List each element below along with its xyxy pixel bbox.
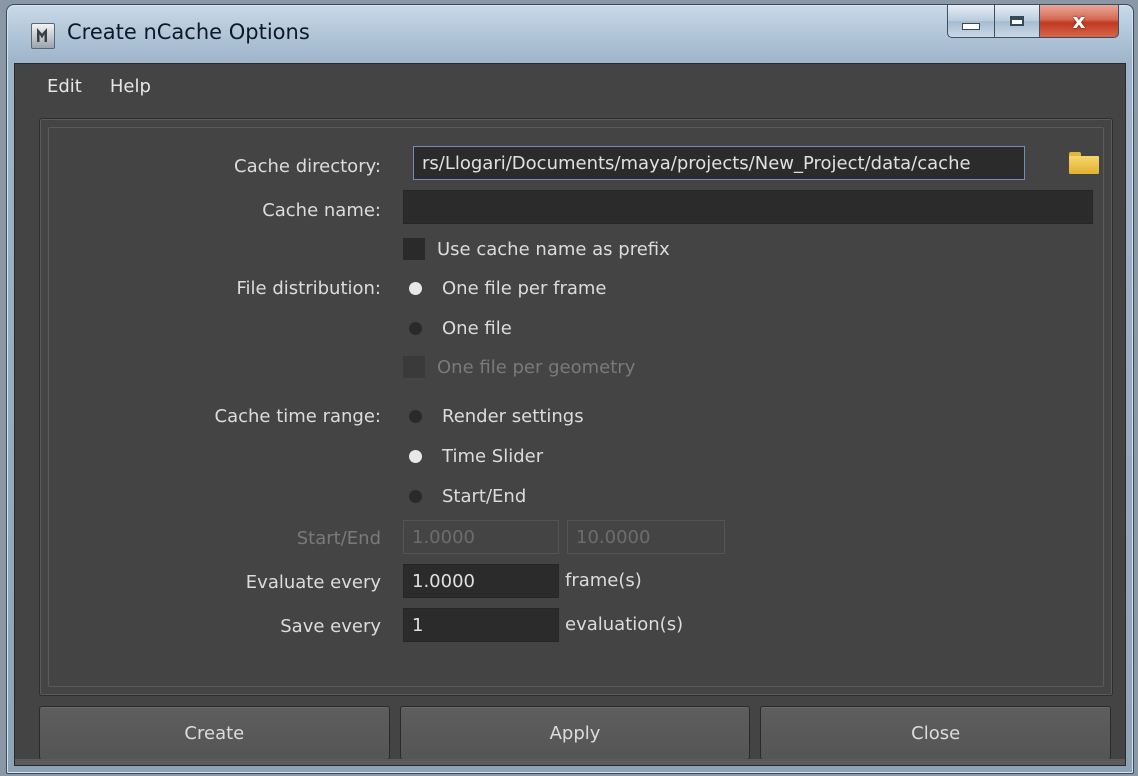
one-file-per-geometry-checkbox: One file per geometry: [403, 356, 635, 378]
close-button[interactable]: Close: [760, 706, 1112, 760]
use-prefix-label: Use cache name as prefix: [437, 238, 670, 260]
save-unit-label: evaluation(s): [565, 614, 684, 635]
bottom-edge: [15, 759, 1125, 765]
create-button[interactable]: Create: [39, 706, 390, 760]
time-slider-label: Time Slider: [442, 446, 544, 467]
cache-time-range-label: Cache time range:: [214, 406, 382, 427]
maximize-icon: [1010, 16, 1024, 26]
close-icon: x: [1072, 9, 1086, 33]
window-title: Create nCache Options: [67, 20, 310, 44]
menu-edit[interactable]: Edit: [15, 76, 82, 97]
file-distribution-label: File distribution:: [236, 278, 381, 299]
apply-button[interactable]: Apply: [399, 706, 751, 760]
evaluate-unit-label: frame(s): [565, 570, 642, 591]
save-every-label: Save every: [280, 616, 381, 637]
radio-start-end[interactable]: Start/End: [405, 486, 526, 507]
radio-one-file-per-frame[interactable]: One file per frame: [405, 278, 607, 299]
one-file-label: One file: [442, 318, 512, 339]
radio-unselected-icon[interactable]: [409, 410, 422, 423]
maya-app-icon[interactable]: [31, 23, 55, 49]
radio-unselected-icon[interactable]: [409, 490, 422, 503]
radio-unselected-icon[interactable]: [409, 322, 422, 335]
maximize-button[interactable]: [995, 5, 1040, 38]
end-frame-field: 10.0000: [567, 520, 725, 554]
button-row: Create Apply Close: [39, 706, 1112, 762]
use-prefix-checkbox[interactable]: Use cache name as prefix: [403, 238, 670, 260]
menu-bar: Edit Help: [15, 64, 1125, 108]
dialog-window: Create nCache Options x Edit Help Cache …: [6, 4, 1134, 774]
render-settings-label: Render settings: [442, 406, 584, 427]
radio-selected-icon[interactable]: [409, 282, 422, 295]
per-geometry-checkbox-box: [403, 356, 425, 378]
close-window-button[interactable]: x: [1040, 5, 1119, 38]
start-end-option-label: Start/End: [442, 486, 527, 507]
save-every-field[interactable]: 1: [403, 608, 559, 642]
menu-help[interactable]: Help: [82, 76, 151, 97]
one-file-per-geometry-label: One file per geometry: [437, 356, 636, 378]
use-prefix-checkbox-box[interactable]: [403, 238, 425, 260]
options-frame: Cache directory: rs/Llogari/Documents/ma…: [48, 127, 1104, 687]
radio-render-settings[interactable]: Render settings: [405, 406, 584, 427]
cache-directory-field[interactable]: rs/Llogari/Documents/maya/projects/New_P…: [413, 146, 1025, 180]
one-file-per-frame-label: One file per frame: [442, 278, 607, 299]
radio-time-slider[interactable]: Time Slider: [405, 446, 543, 467]
evaluate-every-label: Evaluate every: [245, 572, 381, 593]
minimize-icon: [962, 22, 980, 30]
minimize-button[interactable]: [947, 5, 995, 38]
radio-selected-icon[interactable]: [409, 450, 422, 463]
cache-name-label: Cache name:: [262, 200, 381, 221]
folder-icon[interactable]: [1069, 152, 1099, 174]
dialog-body: Edit Help Cache directory: rs/Llogari/Do…: [14, 63, 1126, 766]
start-end-label: Start/End: [296, 528, 381, 549]
radio-one-file[interactable]: One file: [405, 318, 512, 339]
title-bar[interactable]: Create nCache Options x: [7, 5, 1133, 63]
evaluate-every-field[interactable]: 1.0000: [403, 564, 559, 598]
start-frame-field: 1.0000: [403, 520, 559, 554]
options-panel: Cache directory: rs/Llogari/Documents/ma…: [39, 118, 1113, 696]
window-controls: x: [947, 5, 1119, 39]
cache-name-field[interactable]: [403, 190, 1093, 224]
cache-directory-label: Cache directory:: [234, 156, 381, 177]
